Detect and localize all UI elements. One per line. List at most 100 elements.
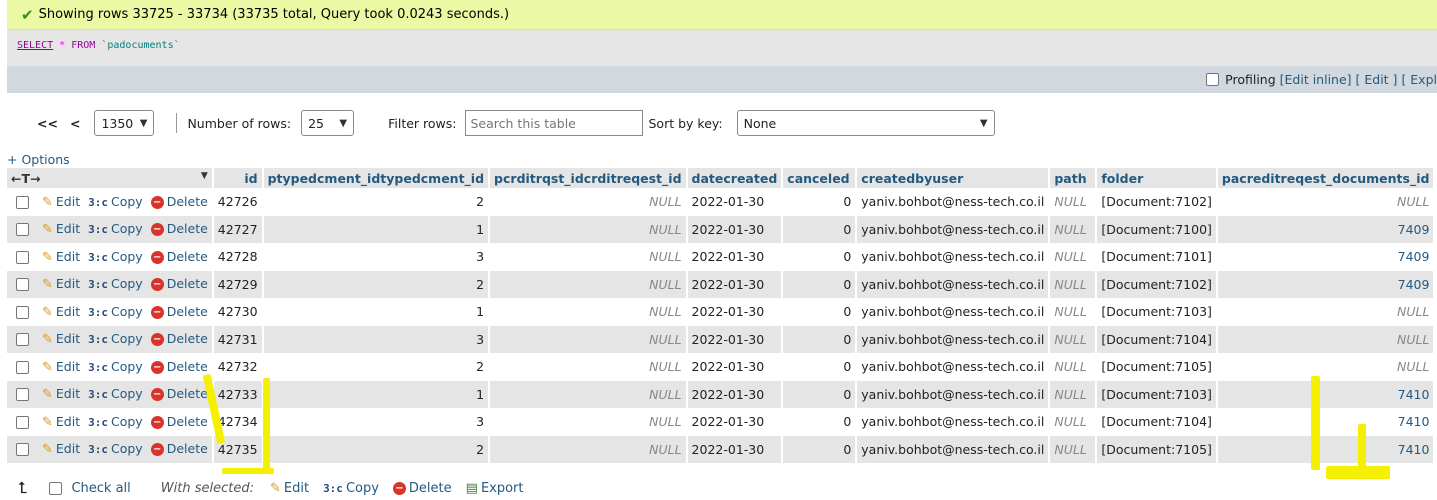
edit-button[interactable]: ✎ Edit bbox=[42, 248, 88, 265]
cell-documents-id[interactable]: 7409 bbox=[1216, 215, 1436, 243]
row-checkbox[interactable] bbox=[16, 250, 29, 264]
first-page-button[interactable]: << bbox=[37, 116, 58, 131]
row-checkbox[interactable] bbox=[16, 443, 29, 457]
cell-documents-id[interactable]: 7410 bbox=[1216, 380, 1436, 408]
column-header-pcrditrqst[interactable]: pcrditrqst_idcrditreqest_id bbox=[489, 168, 688, 188]
row-checkbox[interactable] bbox=[16, 195, 29, 209]
column-header-createdbyuser[interactable]: createdbyuser bbox=[856, 168, 1051, 188]
column-resize-header[interactable]: ←T→ ▼ bbox=[7, 168, 214, 188]
cell-documents-id[interactable]: 7409 bbox=[1216, 243, 1436, 271]
filter-placeholder: Search this table bbox=[470, 115, 576, 131]
edit-button[interactable]: ✎ Edit bbox=[42, 413, 88, 430]
delete-label: Delete bbox=[166, 303, 208, 319]
edit-button[interactable]: ✎ Edit bbox=[42, 358, 88, 375]
cell-folder: [Document:7101] bbox=[1096, 243, 1218, 271]
edit-button[interactable]: ✎ Edit bbox=[42, 194, 88, 210]
delete-icon: − bbox=[150, 333, 164, 347]
row-checkbox[interactable] bbox=[16, 278, 29, 292]
copy-button[interactable]: 3:c Copy bbox=[88, 359, 151, 374]
delete-button[interactable]: − Delete bbox=[150, 194, 208, 209]
cell-documents-id[interactable]: 7409 bbox=[1216, 270, 1436, 298]
row-checkbox[interactable] bbox=[16, 305, 29, 319]
delete-icon: − bbox=[150, 305, 164, 319]
delete-button[interactable]: − Delete bbox=[150, 441, 208, 457]
copy-button[interactable]: 3:c Copy bbox=[88, 276, 151, 291]
sort-dropdown-icon[interactable]: ▼ bbox=[201, 171, 208, 181]
page-select[interactable]: 1350 ▼ bbox=[94, 110, 155, 136]
sort-select[interactable]: None ▼ bbox=[736, 110, 995, 136]
row-actions: ✎ Edit 3:c Copy − Delete bbox=[7, 270, 214, 298]
edit-label: Edit bbox=[55, 358, 81, 374]
pencil-icon: ✎ bbox=[42, 222, 53, 238]
row-checkbox[interactable] bbox=[16, 360, 29, 374]
row-actions: ✎ Edit 3:c Copy − Delete bbox=[7, 353, 214, 381]
delete-button[interactable]: − Delete bbox=[150, 331, 208, 347]
edit-button[interactable]: ✎ Edit bbox=[42, 304, 88, 320]
bulk-delete-button[interactable]: Delete bbox=[409, 481, 452, 496]
row-checkbox[interactable] bbox=[16, 223, 29, 237]
rows-select[interactable]: 25 ▼ bbox=[301, 110, 355, 136]
delete-button[interactable]: − Delete bbox=[150, 303, 208, 319]
bulk-edit-button[interactable]: Edit bbox=[284, 481, 309, 496]
row-checkbox[interactable] bbox=[16, 415, 29, 429]
copy-button[interactable]: 3:c Copy bbox=[88, 386, 151, 401]
edit-inline-link[interactable]: [Edit inline] bbox=[1280, 72, 1352, 87]
edit-label: Edit bbox=[55, 441, 81, 457]
delete-label: Delete bbox=[166, 221, 208, 237]
cell-canceled: 0 bbox=[782, 270, 858, 298]
checkmark-icon: ✔ bbox=[21, 5, 34, 24]
edit-label: Edit bbox=[55, 248, 81, 264]
copy-button[interactable]: 3:c Copy bbox=[88, 441, 151, 456]
bulk-export-button[interactable]: Export bbox=[481, 481, 524, 496]
column-header-path[interactable]: path bbox=[1049, 168, 1098, 188]
delete-button[interactable]: − Delete bbox=[150, 249, 208, 264]
edit-button[interactable]: ✎ Edit bbox=[42, 386, 88, 402]
edit-button[interactable]: ✎ Edit bbox=[42, 441, 88, 457]
explain-link[interactable]: [ Expl bbox=[1401, 72, 1437, 87]
row-checkbox[interactable] bbox=[16, 333, 29, 347]
column-header-documents-id[interactable]: pacreditreqest_documents_id bbox=[1216, 168, 1436, 188]
column-header-id[interactable]: id bbox=[212, 168, 264, 188]
cell-folder: [Document:7105] bbox=[1096, 353, 1218, 381]
cell-documents-id[interactable]: 7410 bbox=[1216, 435, 1436, 463]
column-header-datecreated[interactable]: datecreated bbox=[686, 168, 784, 188]
profiling-checkbox[interactable] bbox=[1206, 73, 1220, 86]
prev-page-button[interactable]: < bbox=[70, 116, 80, 131]
delete-button[interactable]: − Delete bbox=[150, 221, 208, 237]
delete-button[interactable]: − Delete bbox=[150, 414, 208, 429]
column-header-canceled[interactable]: canceled bbox=[782, 168, 858, 188]
edit-label: Edit bbox=[55, 413, 81, 429]
copy-button[interactable]: 3:c Copy bbox=[88, 331, 151, 346]
check-all-link[interactable]: Check all bbox=[71, 481, 130, 496]
delete-button[interactable]: − Delete bbox=[150, 276, 208, 292]
column-header-ptypedcment[interactable]: ptypedcment_idtypedcment_id bbox=[262, 168, 491, 188]
delete-button[interactable]: − Delete bbox=[150, 386, 208, 402]
sql-select-keyword[interactable]: SELECT bbox=[17, 40, 53, 51]
cell-folder: [Document:7103] bbox=[1096, 298, 1218, 326]
copy-icon: 3:c bbox=[88, 278, 108, 292]
row-actions: ✎ Edit 3:c Copy − Delete bbox=[7, 298, 214, 326]
filter-input[interactable]: Search this table bbox=[464, 110, 643, 136]
copy-button[interactable]: 3:c Copy bbox=[88, 194, 151, 209]
copy-button[interactable]: 3:c Copy bbox=[88, 249, 151, 264]
edit-button[interactable]: ✎ Edit bbox=[42, 276, 88, 292]
bulk-copy-button[interactable]: Copy bbox=[346, 481, 379, 496]
delete-icon: − bbox=[150, 223, 164, 237]
row-actions: ✎ Edit 3:c Copy − Delete bbox=[7, 380, 214, 408]
edit-button[interactable]: ✎ Edit bbox=[42, 221, 88, 238]
sort-select-value: None bbox=[743, 115, 777, 131]
copy-button[interactable]: 3:c Copy bbox=[88, 304, 151, 319]
check-all-checkbox[interactable] bbox=[49, 481, 63, 495]
copy-button[interactable]: 3:c Copy bbox=[88, 221, 151, 236]
profiling-label: Profiling bbox=[1225, 72, 1276, 87]
copy-button[interactable]: 3:c Copy bbox=[88, 414, 151, 429]
edit-button[interactable]: ✎ Edit bbox=[42, 331, 88, 347]
delete-button[interactable]: − Delete bbox=[150, 359, 208, 374]
cell-documents-id[interactable]: 7410 bbox=[1216, 408, 1436, 436]
options-toggle[interactable]: + Options bbox=[7, 152, 70, 167]
row-checkbox[interactable] bbox=[16, 388, 29, 402]
edit-label: Edit bbox=[55, 331, 81, 347]
resize-arrows-icon[interactable]: ←T→ bbox=[11, 171, 40, 186]
edit-query-link[interactable]: [ Edit ] bbox=[1356, 72, 1398, 87]
column-header-folder[interactable]: folder bbox=[1096, 168, 1218, 188]
